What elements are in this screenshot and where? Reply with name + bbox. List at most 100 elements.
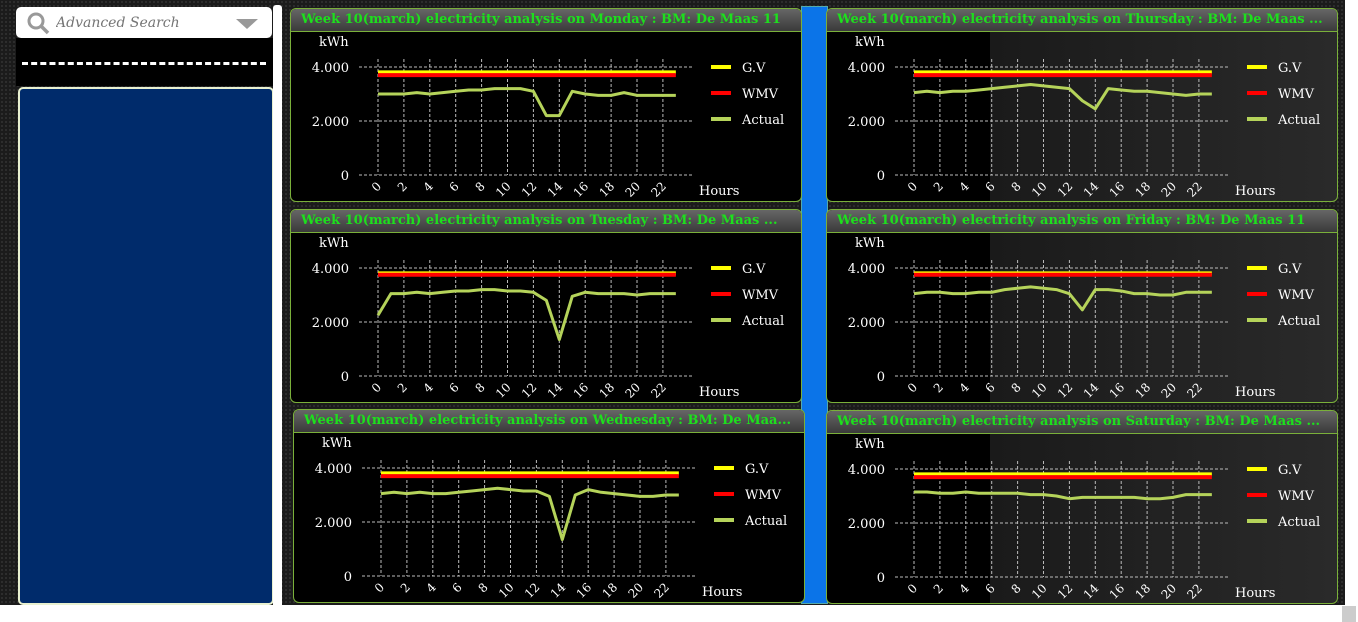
- x-tick-label: 14: [1081, 380, 1102, 401]
- legend-label: Actual: [1277, 113, 1320, 128]
- x-tick-label: 2: [398, 580, 413, 595]
- sidebar-panel: [18, 87, 274, 605]
- legend-label: WMV: [742, 87, 779, 102]
- chart-title: Week 10(march) electricity analysis on T…: [827, 9, 1337, 32]
- x-tick-label: 18: [597, 179, 618, 200]
- x-tick-label: 14: [545, 380, 566, 401]
- y-tick-label: 0: [341, 370, 349, 385]
- x-tick-label: 10: [1029, 581, 1050, 602]
- y-tick-label: 2.000: [312, 115, 349, 130]
- x-tick-label: 18: [600, 580, 621, 601]
- y-tick-label: 2.000: [848, 517, 885, 532]
- x-tick-label: 20: [1158, 179, 1179, 200]
- x-tick-label: 18: [1133, 581, 1154, 602]
- x-tick-label: 2: [395, 179, 410, 194]
- splitter-bar[interactable]: [801, 6, 828, 604]
- x-tick-label: 16: [571, 380, 592, 401]
- legend-label: WMV: [745, 488, 782, 503]
- x-tick-label: 20: [1158, 380, 1179, 401]
- x-tick-label: 20: [622, 380, 643, 401]
- y-axis-label: kWh: [319, 236, 349, 251]
- y-tick-label: 2.000: [848, 316, 885, 331]
- x-tick-label: 16: [1107, 581, 1128, 602]
- x-tick-label: 16: [574, 580, 595, 601]
- x-tick-label: 8: [1008, 380, 1023, 395]
- chart-title: Week 10(march) electricity analysis on F…: [827, 210, 1337, 233]
- x-tick-label: 6: [983, 179, 998, 194]
- chart-panel-thursday: Week 10(march) electricity analysis on T…: [826, 8, 1338, 202]
- y-tick-label: 0: [344, 570, 352, 585]
- legend-label: Actual: [741, 113, 784, 128]
- x-tick-label: 0: [369, 179, 384, 194]
- x-tick-label: 10: [493, 179, 514, 200]
- x-tick-label: 4: [957, 179, 973, 195]
- x-tick-label: 22: [1184, 179, 1205, 200]
- y-tick-label: 0: [341, 169, 349, 184]
- chart-title: Week 10(march) electricity analysis on M…: [291, 9, 801, 32]
- y-tick-label: 0: [877, 169, 885, 184]
- x-tick-label: 8: [1008, 179, 1023, 194]
- x-tick-label: 18: [597, 380, 618, 401]
- y-axis-label: kWh: [855, 236, 885, 251]
- x-tick-label: 22: [648, 380, 669, 401]
- x-tick-label: 14: [545, 179, 566, 200]
- resize-corner: [1342, 606, 1356, 622]
- x-tick-label: 12: [1055, 380, 1076, 401]
- x-tick-label: 6: [983, 581, 998, 596]
- legend-label: WMV: [1278, 288, 1315, 303]
- x-tick-label: 0: [369, 380, 384, 395]
- y-tick-label: 4.000: [312, 262, 349, 277]
- x-tick-label: 10: [493, 380, 514, 401]
- x-tick-label: 2: [931, 581, 946, 596]
- scrollbar[interactable]: [273, 5, 282, 610]
- legend-label: G.V: [742, 61, 766, 76]
- chart-panel-friday: Week 10(march) electricity analysis on F…: [826, 209, 1338, 403]
- x-tick-label: 22: [648, 179, 669, 200]
- y-tick-label: 2.000: [848, 115, 885, 130]
- legend-label: Actual: [1277, 515, 1320, 530]
- x-tick-label: 16: [1107, 179, 1128, 200]
- y-tick-label: 4.000: [848, 463, 885, 478]
- x-axis-label: Hours: [699, 184, 739, 199]
- x-tick-label: 16: [571, 179, 592, 200]
- x-tick-label: 8: [472, 179, 487, 194]
- x-tick-label: 2: [931, 380, 946, 395]
- chart-panel-wednesday: Week 10(march) electricity analysis on W…: [293, 409, 805, 603]
- x-tick-label: 12: [522, 580, 543, 601]
- x-tick-label: 0: [905, 380, 920, 395]
- y-tick-label: 4.000: [312, 61, 349, 76]
- series-actual-line: [378, 87, 676, 118]
- y-tick-label: 2.000: [315, 516, 352, 531]
- x-tick-label: 4: [957, 581, 973, 597]
- x-tick-label: 0: [372, 580, 387, 595]
- search-input[interactable]: [54, 13, 238, 32]
- x-tick-label: 14: [1081, 581, 1102, 602]
- x-tick-label: 0: [905, 581, 920, 596]
- x-tick-label: 4: [957, 380, 973, 396]
- series-actual-line: [376, 288, 676, 342]
- divider: [22, 62, 266, 65]
- legend-label: G.V: [745, 462, 769, 477]
- y-tick-label: 0: [877, 571, 885, 586]
- chart-title: Week 10(march) electricity analysis on W…: [294, 410, 804, 433]
- x-tick-label: 12: [1055, 581, 1076, 602]
- x-tick-label: 8: [475, 580, 490, 595]
- y-tick-label: 4.000: [848, 61, 885, 76]
- chevron-down-icon[interactable]: [236, 19, 258, 29]
- x-tick-label: 4: [424, 580, 440, 596]
- x-tick-label: 14: [548, 580, 569, 601]
- x-tick-label: 12: [1055, 179, 1076, 200]
- x-tick-label: 18: [1133, 380, 1154, 401]
- legend-label: Actual: [741, 314, 784, 329]
- x-tick-label: 4: [421, 380, 437, 396]
- advanced-search[interactable]: [16, 7, 272, 38]
- series-actual-line: [913, 285, 1212, 312]
- chart-title: Week 10(march) electricity analysis on T…: [291, 210, 801, 233]
- x-tick-label: 16: [1107, 380, 1128, 401]
- legend-label: Actual: [744, 514, 787, 529]
- x-tick-label: 22: [1184, 380, 1205, 401]
- x-tick-label: 12: [519, 380, 540, 401]
- chart-panel-saturday: Week 10(march) electricity analysis on S…: [826, 410, 1338, 604]
- x-tick-label: 6: [447, 380, 462, 395]
- x-tick-label: 8: [1008, 581, 1023, 596]
